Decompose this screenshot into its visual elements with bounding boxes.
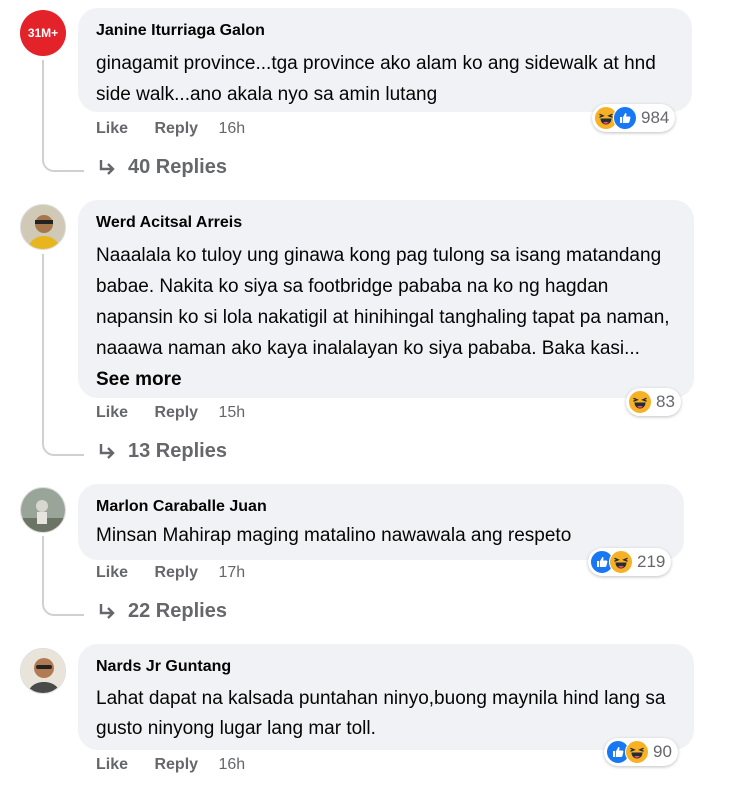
person-photo-icon <box>21 488 65 532</box>
comment-author[interactable]: Marlon Caraballe Juan <box>96 498 666 516</box>
reply-button[interactable]: Reply <box>154 404 198 421</box>
comment-actions: Like Reply 16h <box>96 120 267 138</box>
comment-bubble: Janine Iturriaga Galon ginagamit provinc… <box>78 8 692 112</box>
comment-timestamp[interactable]: 17h <box>219 564 246 581</box>
avatar[interactable] <box>20 648 66 694</box>
comment-text: ginagamit province...tga province ako al… <box>96 53 656 105</box>
comment-text: Lahat dapat na kalsada puntahan ninyo,bu… <box>96 688 666 739</box>
person-photo-icon <box>21 649 65 693</box>
comment-bubble: Marlon Caraballe Juan Minsan Mahirap mag… <box>78 484 684 560</box>
avatar[interactable] <box>20 204 66 250</box>
person-photo-icon <box>21 205 65 249</box>
comment-text-wrap: Naaalala ko tuloy ung ginawa kong pag tu… <box>96 240 676 395</box>
avatar[interactable]: 31M+ <box>20 10 66 56</box>
comment-timestamp[interactable]: 16h <box>219 120 246 137</box>
reply-arrow-icon <box>99 159 115 175</box>
reaction-count: 984 <box>641 108 670 127</box>
reply-button[interactable]: Reply <box>154 120 198 137</box>
like-button[interactable]: Like <box>96 404 128 421</box>
comment-author[interactable]: Werd Acitsal Arreis <box>96 214 676 232</box>
avatar-badge: 31M+ <box>27 26 59 40</box>
reply-arrow-icon <box>99 603 115 619</box>
view-replies-button[interactable]: 22 Replies <box>96 600 227 623</box>
like-button[interactable]: Like <box>96 564 128 581</box>
like-button[interactable]: Like <box>96 756 128 773</box>
reaction-summary[interactable]: 90 <box>604 738 678 766</box>
haha-icon <box>625 740 649 764</box>
thread-line <box>42 254 84 456</box>
view-replies-button[interactable]: 40 Replies <box>96 156 227 179</box>
replies-label: 40 Replies <box>128 156 227 178</box>
reaction-summary[interactable]: 83 <box>626 388 681 416</box>
avatar[interactable] <box>20 487 66 533</box>
like-button[interactable]: Like <box>96 120 128 137</box>
replies-label: 13 Replies <box>128 440 227 462</box>
comment-text: Minsan Mahirap maging matalino nawawala … <box>96 525 572 546</box>
comment-actions: Like Reply 16h <box>96 756 267 774</box>
reaction-count: 83 <box>656 392 675 411</box>
comment-author[interactable]: Nards Jr Guntang <box>96 658 676 676</box>
haha-icon <box>628 390 652 414</box>
like-icon <box>613 106 637 130</box>
reply-button[interactable]: Reply <box>154 564 198 581</box>
thread-line <box>42 60 84 172</box>
comment-timestamp[interactable]: 15h <box>219 404 246 421</box>
comment-bubble: Nards Jr Guntang Lahat dapat na kalsada … <box>78 644 694 750</box>
view-replies-button[interactable]: 13 Replies <box>96 440 227 463</box>
reply-button[interactable]: Reply <box>154 756 198 773</box>
replies-label: 22 Replies <box>128 600 227 622</box>
reaction-summary[interactable]: 219 <box>588 548 672 576</box>
see-more-link[interactable]: See more <box>96 369 182 390</box>
comment-timestamp[interactable]: 16h <box>219 756 246 773</box>
comment-bubble: Werd Acitsal Arreis Naaalala ko tuloy un… <box>78 200 694 398</box>
comment-text: Naaalala ko tuloy ung ginawa kong pag tu… <box>96 245 670 359</box>
haha-icon <box>609 550 633 574</box>
reaction-count: 219 <box>637 552 666 571</box>
reaction-count: 90 <box>653 742 672 761</box>
thread-line <box>42 536 84 616</box>
reaction-summary[interactable]: 984 <box>592 104 676 132</box>
comment-actions: Like Reply 15h <box>96 404 267 422</box>
comment-actions: Like Reply 17h <box>96 564 267 582</box>
comment-author[interactable]: Janine Iturriaga Galon <box>96 22 674 40</box>
reply-arrow-icon <box>99 443 115 459</box>
